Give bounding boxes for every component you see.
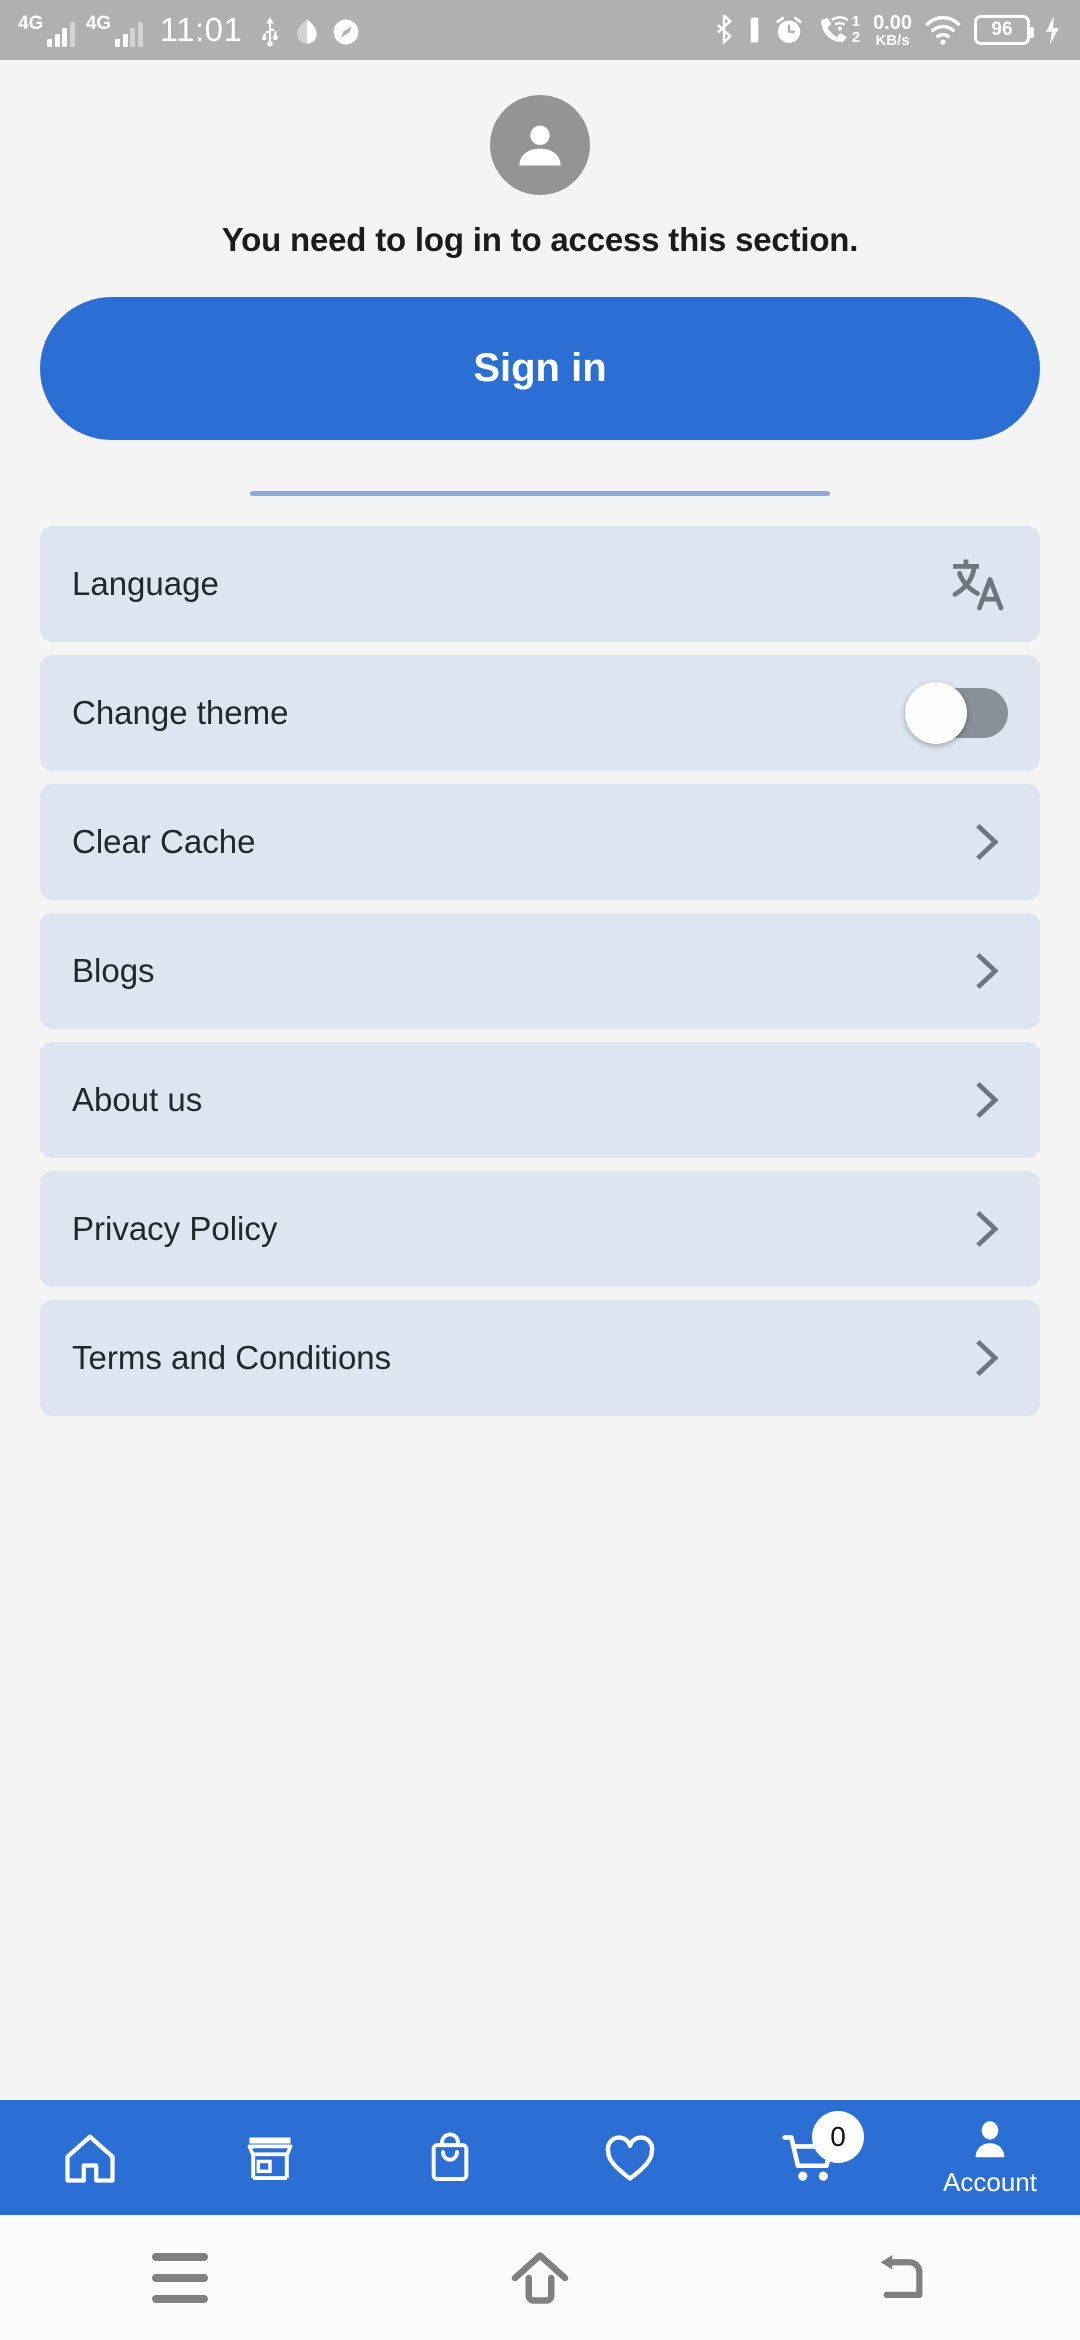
sim-1-label: 1 <box>851 13 861 31</box>
nav-item-home[interactable] <box>0 2100 180 2215</box>
status-bar-right: 1 2 0.00 KB/s 96 <box>713 13 1062 48</box>
speedometer-icon <box>333 19 359 45</box>
signal-4g-icon-2: 4G <box>86 14 143 47</box>
network-type-1-label: 4G <box>18 13 44 34</box>
bottom-navigation-bar: 0 Account <box>0 2100 1080 2215</box>
divider-container <box>40 491 1040 496</box>
signal-4g-icon-1: 4G <box>18 14 75 47</box>
settings-row-label: Language <box>72 565 219 602</box>
theme-toggle-switch[interactable] <box>905 682 1008 744</box>
back-icon <box>880 2254 923 2298</box>
network-speed-indicator: 0.00 KB/s <box>873 13 912 48</box>
cart-badge: 0 <box>812 2111 864 2163</box>
toggle-knob <box>905 682 967 744</box>
sim-2-label: 2 <box>851 29 861 46</box>
settings-row-control[interactable] <box>964 1336 1008 1380</box>
phone-screen: 4G 4G 11:01 1 2 0.00 KB/s 96 You need to… <box>0 0 1080 2340</box>
chevron-right-icon <box>976 952 999 990</box>
settings-row-control[interactable] <box>905 682 1008 744</box>
nav-item-wishlist[interactable] <box>540 2100 720 2215</box>
settings-row-clear-cache[interactable]: Clear Cache <box>40 784 1040 900</box>
battery-level-label: 96 <box>991 19 1013 40</box>
settings-row-control[interactable] <box>964 949 1008 993</box>
settings-row-privacy-policy[interactable]: Privacy Policy <box>40 1171 1040 1287</box>
settings-row-about-us[interactable]: About us <box>40 1042 1040 1158</box>
back-button[interactable] <box>825 2215 975 2340</box>
charging-bolt-icon <box>1046 15 1059 45</box>
settings-row-control[interactable] <box>964 1207 1008 1251</box>
translate-icon <box>952 559 1004 611</box>
status-bar: 4G 4G 11:01 1 2 0.00 KB/s 96 <box>0 0 1080 60</box>
settings-row-label: Change theme <box>72 694 289 731</box>
settings-row-language[interactable]: Language <box>40 526 1040 642</box>
bluetooth-icon <box>716 14 732 46</box>
nav-item-shopping-bag[interactable] <box>360 2100 540 2215</box>
settings-row-terms-and-conditions[interactable]: Terms and Conditions <box>40 1300 1040 1416</box>
login-required-message: You need to log in to access this sectio… <box>221 221 859 258</box>
settings-list: Language Change theme Clear Cache Blogs … <box>40 526 1040 1416</box>
net-speed-value: 0.00 <box>873 11 912 34</box>
chevron-right-icon <box>976 1210 999 1248</box>
settings-row-label: Clear Cache <box>72 823 256 860</box>
network-type-2-label: 4G <box>85 13 112 34</box>
account-icon <box>975 2121 1005 2158</box>
battery-icon: 96 <box>974 15 1034 45</box>
settings-row-label: Terms and Conditions <box>72 1339 392 1376</box>
recents-icon <box>152 2252 208 2303</box>
store-icon <box>247 2136 293 2180</box>
vibrate-icon <box>750 17 758 43</box>
person-icon <box>519 125 561 166</box>
home-icon <box>511 2251 569 2304</box>
status-clock: 11:01 <box>159 11 243 48</box>
nav-item-store[interactable] <box>180 2100 360 2215</box>
net-speed-unit: KB/s <box>875 31 910 49</box>
settings-row-control[interactable] <box>950 557 1008 611</box>
chevron-right-icon <box>976 823 999 861</box>
settings-row-label: About us <box>72 1081 203 1118</box>
android-navigation-bar <box>0 2215 1080 2340</box>
chevron-right-icon <box>976 1339 999 1377</box>
shopping-bag-icon <box>431 2132 469 2181</box>
main-content: You need to log in to access this sectio… <box>0 60 1080 2100</box>
section-divider <box>250 491 830 496</box>
usb-icon <box>262 17 279 47</box>
settings-row-label: Privacy Policy <box>72 1210 278 1247</box>
settings-row-blogs[interactable]: Blogs <box>40 913 1040 1029</box>
nav-item-account-label: Account <box>943 2167 1037 2197</box>
home-icon <box>65 2134 115 2183</box>
status-bar-left: 4G 4G 11:01 <box>18 13 361 47</box>
settings-row-change-theme[interactable]: Change theme <box>40 655 1040 771</box>
data-saver-icon <box>297 19 318 44</box>
settings-row-control[interactable] <box>964 1078 1008 1122</box>
avatar-container <box>40 95 1040 195</box>
wifi-icon <box>925 15 961 45</box>
android-home-button[interactable] <box>465 2215 615 2340</box>
nav-item-account[interactable]: Account <box>900 2100 1080 2215</box>
sign-in-button[interactable]: Sign in <box>40 297 1040 440</box>
heart-icon <box>605 2134 655 2181</box>
wifi-calling-icon: 1 2 <box>817 14 860 46</box>
settings-row-control[interactable] <box>964 820 1008 864</box>
alarm-icon <box>776 16 802 43</box>
settings-row-label: Blogs <box>72 952 155 989</box>
nav-item-cart[interactable]: 0 <box>720 2100 900 2215</box>
avatar <box>490 95 590 195</box>
recents-button[interactable] <box>105 2215 255 2340</box>
chevron-right-icon <box>976 1081 999 1119</box>
